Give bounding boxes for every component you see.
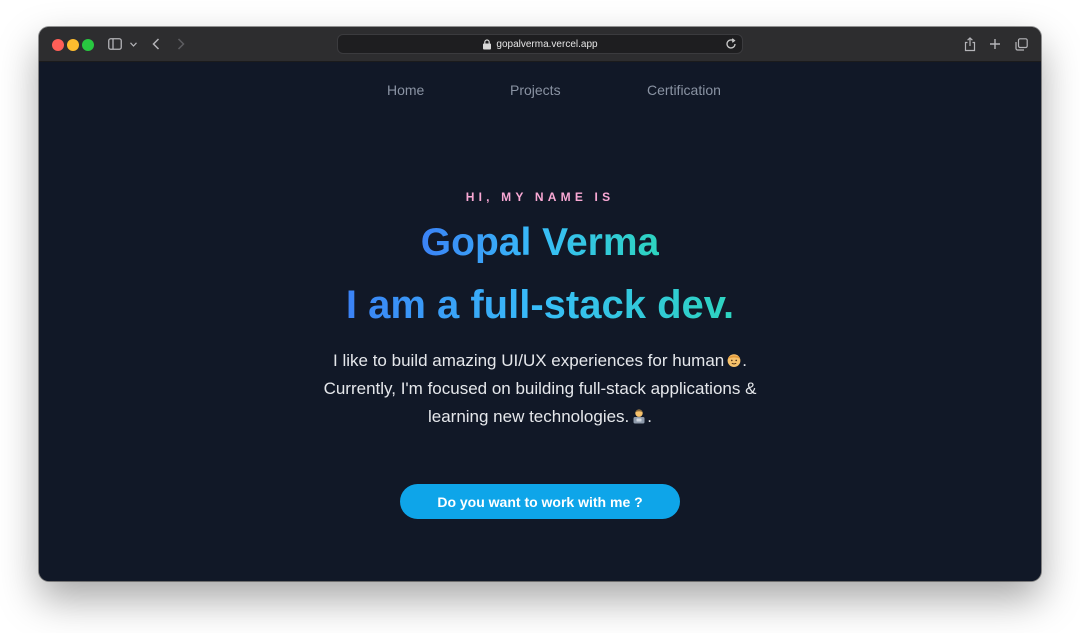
reload-icon[interactable] [725,38,737,50]
technologist-emoji-icon [633,409,645,424]
forward-icon[interactable] [175,35,187,53]
hero-role: I am a full-stack dev. [39,283,1041,328]
tabs-overview-icon[interactable] [1014,35,1028,53]
hero-name-text: Gopal Verma [420,221,660,264]
nav-projects-link[interactable]: Projects [510,82,561,98]
browser-window: gopalverma.vercel.app Home Projects Cert… [39,27,1041,581]
page-content: Home Projects Certification HI, MY NAME … [39,62,1041,581]
nav-certification-link[interactable]: Certification [647,82,721,98]
hero-role-text: I am a full-stack dev. [345,283,735,327]
hero-name: Gopal Verma [39,221,1041,265]
bio-line: Currently, I'm focused on building full-… [323,379,757,398]
url-text: gopalverma.vercel.app [496,38,598,50]
chevron-down-icon[interactable] [128,35,138,53]
maximize-window-button[interactable] [82,39,94,51]
back-icon[interactable] [150,35,162,53]
main-nav: Home Projects Certification [39,82,1041,102]
nav-home-link[interactable]: Home [387,82,424,98]
bio-line: I like to build amazing UI/UX experience… [333,351,747,370]
hero-bio: I like to build amazing UI/UX experience… [39,347,1041,431]
browser-toolbar: gopalverma.vercel.app [39,27,1041,62]
lock-icon [483,38,492,49]
address-bar[interactable]: gopalverma.vercel.app [337,34,743,54]
close-window-button[interactable] [52,39,64,51]
new-tab-icon[interactable] [988,35,1002,53]
man-emoji-icon [727,354,741,367]
bio-line: learning new technologies.. [427,407,653,426]
sidebar-icon[interactable] [107,35,123,53]
greeting-text: HI, MY NAME IS [465,190,615,204]
work-with-me-button[interactable]: Do you want to work with me ? [400,484,680,519]
share-icon[interactable] [963,35,977,53]
minimize-window-button[interactable] [67,39,79,51]
